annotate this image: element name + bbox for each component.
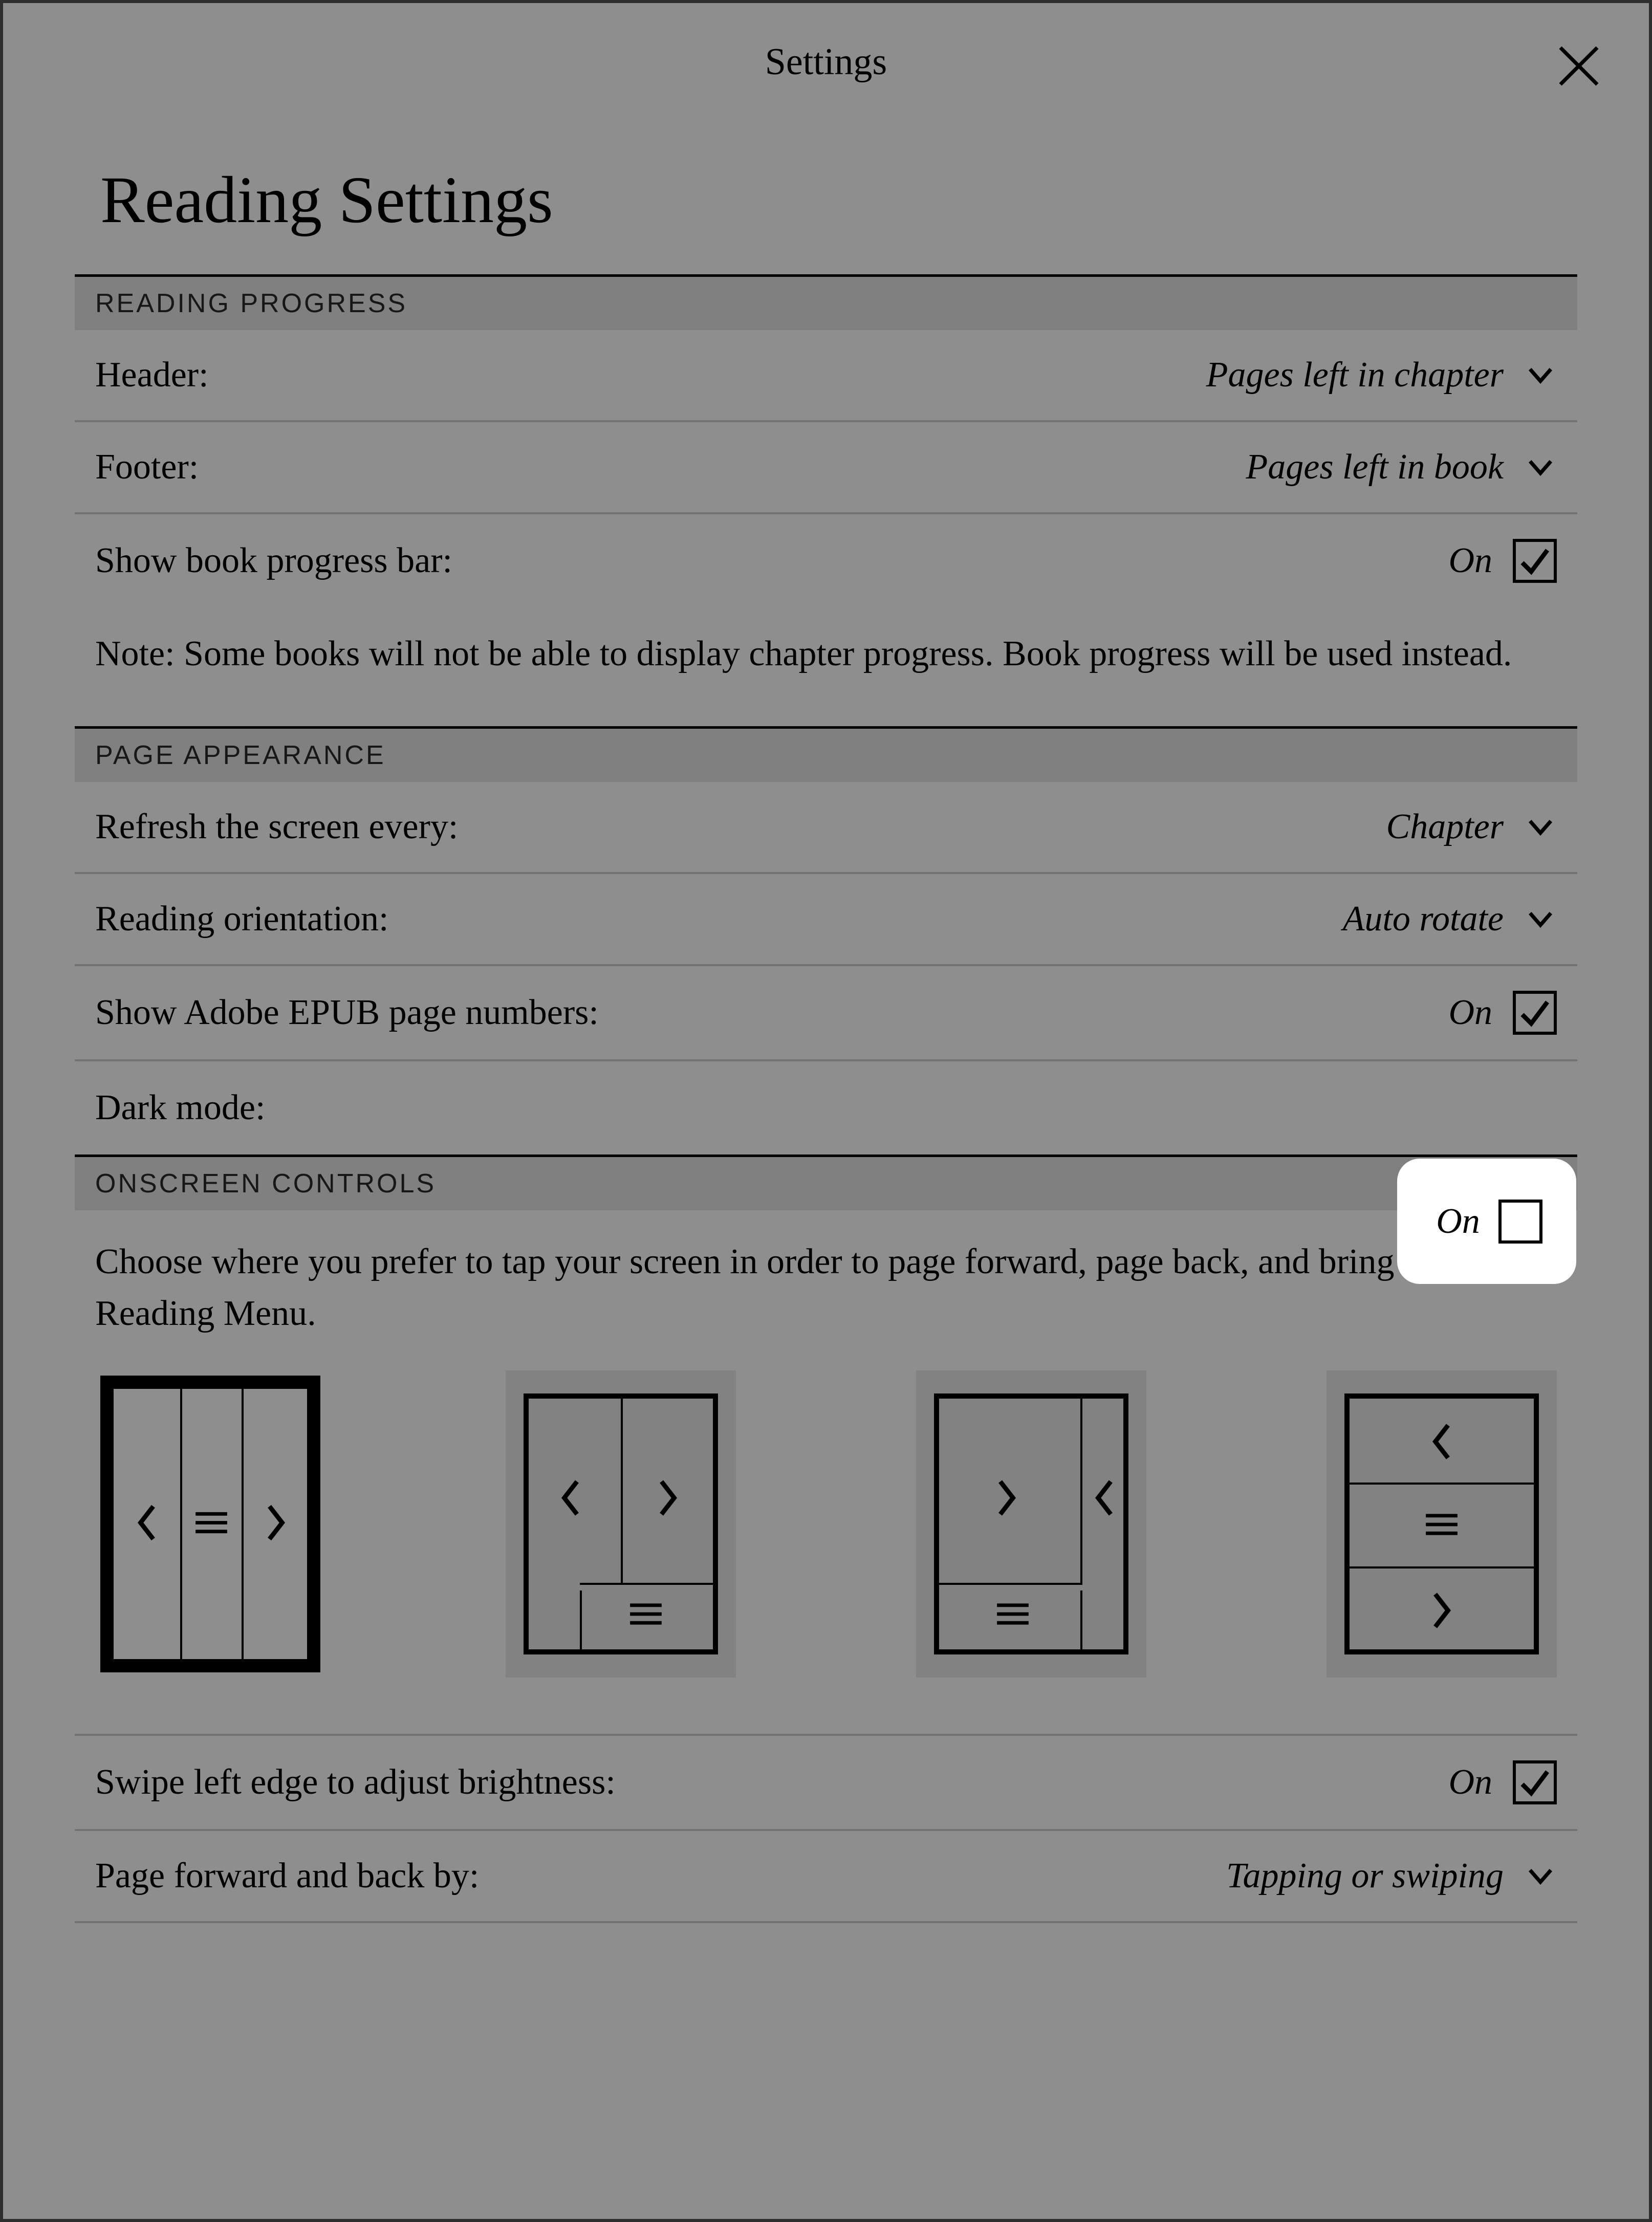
footer-value: Pages left in book — [1246, 447, 1504, 488]
layout-option-3[interactable] — [916, 1370, 1146, 1678]
chevron-right-icon — [654, 1478, 682, 1520]
modal-header: Settings — [3, 3, 1649, 121]
footer-row[interactable]: Footer: Pages left in book — [75, 422, 1577, 514]
chevron-down-icon — [1524, 451, 1557, 484]
swipe-brightness-checkbox[interactable] — [1513, 1760, 1557, 1804]
chevron-left-icon — [1091, 1478, 1118, 1520]
orientation-row[interactable]: Reading orientation: Auto rotate — [75, 874, 1577, 966]
section-heading-progress: READING PROGRESS — [75, 274, 1577, 330]
chevron-left-icon — [133, 1502, 161, 1545]
progress-bar-value: On — [1448, 540, 1492, 581]
swipe-brightness-row[interactable]: Swipe left edge to adjust brightness: On — [75, 1736, 1577, 1831]
chevron-left-icon — [557, 1478, 584, 1520]
checkmark-icon — [1517, 995, 1553, 1031]
progress-note: Note: Some books will not be able to dis… — [75, 607, 1577, 726]
menu-icon — [1422, 1512, 1462, 1539]
orientation-label: Reading orientation: — [95, 899, 388, 940]
menu-icon — [993, 1602, 1033, 1629]
adobe-label: Show Adobe EPUB page numbers: — [95, 992, 599, 1033]
chevron-down-icon — [1524, 811, 1557, 843]
refresh-row[interactable]: Refresh the screen every: Chapter — [75, 782, 1577, 874]
refresh-label: Refresh the screen every: — [95, 807, 458, 847]
chevron-down-icon — [1524, 359, 1557, 391]
progress-bar-row[interactable]: Show book progress bar: On — [75, 514, 1577, 607]
close-icon — [1556, 43, 1602, 89]
dark-mode-highlight: On — [1397, 1159, 1576, 1284]
layout-option-2[interactable] — [506, 1370, 736, 1678]
layout-option-1[interactable] — [95, 1370, 325, 1678]
section-heading-controls: ONSCREEN CONTROLS — [75, 1154, 1577, 1210]
modal-title: Settings — [765, 40, 887, 84]
progress-bar-checkbox[interactable] — [1513, 539, 1557, 583]
layout-options — [75, 1370, 1577, 1734]
checkmark-icon — [1517, 543, 1553, 579]
footer-label: Footer: — [95, 447, 199, 488]
chevron-down-icon — [1524, 1860, 1557, 1892]
orientation-value: Auto rotate — [1343, 899, 1504, 940]
adobe-checkbox[interactable] — [1513, 991, 1557, 1035]
section-heading-appearance: PAGE APPEARANCE — [75, 726, 1577, 782]
swipe-brightness-value: On — [1448, 1762, 1492, 1803]
adobe-row[interactable]: Show Adobe EPUB page numbers: On — [75, 966, 1577, 1061]
chevron-right-icon — [993, 1478, 1020, 1520]
header-value: Pages left in chapter — [1206, 355, 1504, 396]
close-button[interactable] — [1551, 38, 1607, 94]
chevron-down-icon — [1524, 903, 1557, 935]
checkmark-icon — [1517, 1764, 1553, 1800]
paging-label: Page forward and back by: — [95, 1856, 479, 1897]
controls-description: Choose where you prefer to tap your scre… — [75, 1210, 1577, 1370]
swipe-brightness-label: Swipe left edge to adjust brightness: — [95, 1762, 616, 1803]
menu-icon — [191, 1510, 231, 1537]
dark-mode-checkbox[interactable] — [1498, 1200, 1542, 1244]
refresh-value: Chapter — [1386, 807, 1504, 847]
header-label: Header: — [95, 355, 209, 396]
page-title: Reading Settings — [75, 121, 1577, 274]
header-row[interactable]: Header: Pages left in chapter — [75, 330, 1577, 422]
chevron-right-icon — [1428, 1591, 1455, 1633]
dark-mode-label: Dark mode: — [95, 1087, 265, 1128]
adobe-value: On — [1448, 992, 1492, 1033]
dark-mode-row[interactable]: Dark mode: On — [75, 1061, 1577, 1154]
paging-value: Tapping or swiping — [1226, 1856, 1504, 1897]
dark-mode-value: On — [1436, 1201, 1480, 1242]
paging-row[interactable]: Page forward and back by: Tapping or swi… — [75, 1831, 1577, 1923]
layout-option-4[interactable] — [1327, 1370, 1557, 1678]
progress-bar-label: Show book progress bar: — [95, 540, 452, 581]
chevron-right-icon — [262, 1502, 290, 1545]
chevron-left-icon — [1428, 1422, 1455, 1464]
menu-icon — [626, 1602, 666, 1629]
